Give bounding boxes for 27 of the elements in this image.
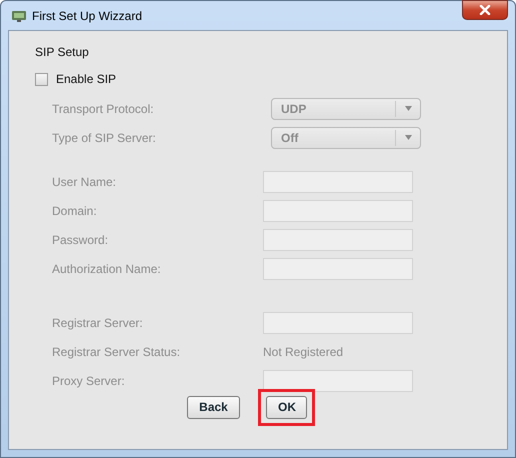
field-label: Transport Protocol:	[52, 102, 155, 116]
checkbox-label: Enable SIP	[56, 72, 116, 86]
input-field[interactable]	[263, 312, 413, 334]
ok-button[interactable]: OK	[266, 396, 307, 418]
input-field[interactable]	[263, 200, 413, 222]
window-title: First Set Up Wizzard	[32, 8, 142, 22]
field-label: Registrar Server Status:	[52, 344, 182, 358]
field-label: Authorization Name:	[52, 262, 162, 276]
input-field[interactable]	[263, 370, 413, 392]
field-label: Domain:	[52, 204, 98, 218]
field-label: Registrar Server:	[52, 316, 144, 330]
field-label: Password:	[52, 232, 110, 246]
field-label: Proxy Server:	[52, 374, 126, 388]
input-field[interactable]	[263, 258, 413, 280]
app-icon	[12, 10, 26, 22]
back-button[interactable]: Back	[187, 396, 240, 418]
input-field[interactable]	[263, 170, 413, 192]
field-label: User Name:	[52, 174, 118, 188]
dropdown-arrow-icon	[404, 106, 412, 111]
close-icon	[479, 5, 491, 15]
dropdown-arrow-icon	[404, 135, 412, 140]
field-label: Type of SIP Server:	[52, 130, 157, 144]
status-text: Not Registered	[263, 344, 344, 358]
close-button[interactable]	[462, 0, 508, 20]
input-field[interactable]	[263, 228, 413, 250]
enable-sip-checkbox[interactable]	[35, 72, 48, 86]
section-title: SIP Setup	[35, 45, 89, 59]
